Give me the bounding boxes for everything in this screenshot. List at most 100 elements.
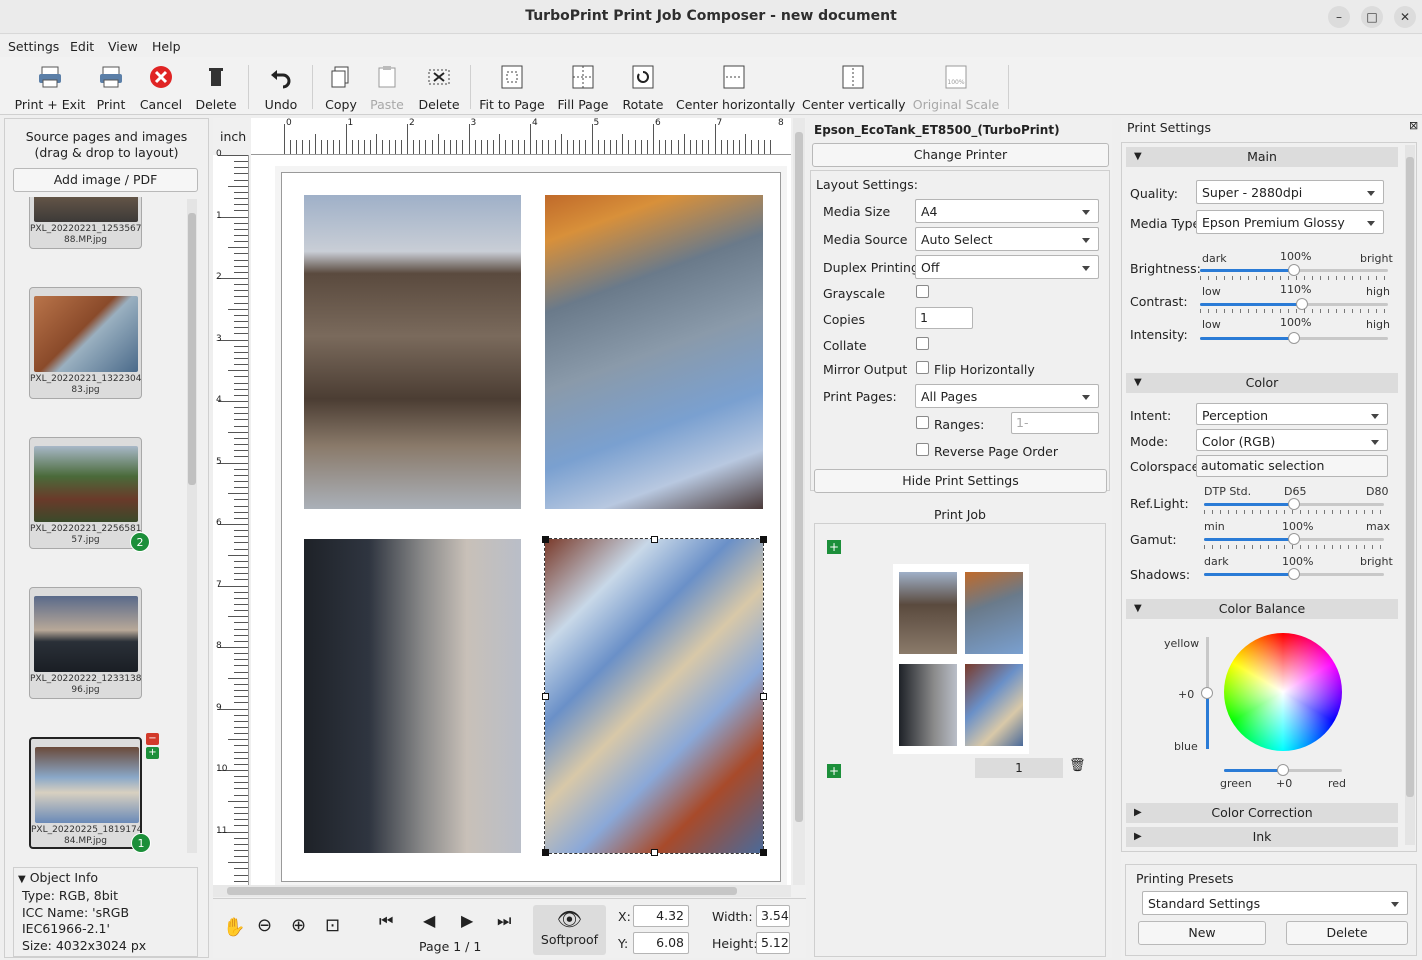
ranges-field[interactable]: 1- bbox=[1011, 412, 1099, 434]
undo-button[interactable]: Undo bbox=[260, 61, 302, 113]
thumbnail-list[interactable]: PXL_20220221_1253567 88.MP.jpg PXL_202202… bbox=[5, 197, 185, 853]
y-field[interactable]: 6.08 bbox=[633, 932, 689, 954]
section-color[interactable]: ▼ Color bbox=[1126, 373, 1398, 393]
resize-handle[interactable] bbox=[542, 693, 549, 700]
source-thumbnail[interactable]: PXL_20220221_2256581 57.jpg 2 bbox=[29, 437, 150, 552]
paste-button[interactable]: Paste bbox=[366, 61, 408, 113]
resize-handle[interactable] bbox=[760, 849, 767, 856]
collate-checkbox[interactable] bbox=[916, 337, 929, 350]
minimize-button[interactable]: – bbox=[1328, 6, 1350, 28]
next-page-icon[interactable]: ▶ bbox=[461, 911, 473, 930]
section-color-balance[interactable]: ▼ Color Balance bbox=[1126, 599, 1398, 619]
photo-ruins[interactable] bbox=[304, 195, 521, 509]
section-color-correction[interactable]: ▶ Color Correction bbox=[1126, 803, 1398, 823]
menu-settings[interactable]: Settings bbox=[8, 39, 59, 54]
gamut-slider[interactable] bbox=[1204, 533, 1384, 545]
center-horizontally-button[interactable]: Center horizontally bbox=[676, 61, 795, 113]
fit-to-page-button[interactable]: Fit to Page bbox=[478, 61, 546, 113]
resize-handle[interactable] bbox=[760, 693, 767, 700]
media-type-select[interactable]: Epson Premium Glossy bbox=[1196, 210, 1384, 234]
source-thumbnail[interactable]: PXL_20220222_1233138 96.jpg bbox=[29, 587, 142, 699]
last-page-icon[interactable]: ⏭ bbox=[497, 911, 511, 931]
delete-button[interactable]: Delete bbox=[192, 61, 240, 113]
photo-sunset[interactable] bbox=[304, 539, 521, 853]
center-vertically-button[interactable]: Center vertically bbox=[802, 61, 906, 113]
close-panel-icon[interactable]: ⊠ bbox=[1409, 119, 1418, 132]
cancel-button[interactable]: Cancel bbox=[138, 61, 184, 113]
duplex-select[interactable]: Off bbox=[915, 255, 1099, 279]
add-page-icon[interactable]: + bbox=[827, 764, 841, 778]
rotate-button[interactable]: Rotate bbox=[618, 61, 668, 113]
section-ink[interactable]: ▶ Ink bbox=[1126, 827, 1398, 847]
resize-handle[interactable] bbox=[542, 849, 549, 856]
vertical-scrollbar[interactable] bbox=[793, 118, 805, 885]
add-icon[interactable]: + bbox=[146, 747, 159, 759]
remove-icon[interactable]: − bbox=[146, 733, 159, 745]
source-thumbnail[interactable]: PXL_20220221_1322304 83.jpg bbox=[29, 287, 142, 399]
x-field[interactable]: 4.32 bbox=[633, 905, 689, 927]
resize-handle[interactable] bbox=[651, 536, 658, 543]
prev-page-icon[interactable]: ◀ bbox=[423, 911, 435, 930]
zoom-fit-icon[interactable]: ⊡ bbox=[325, 915, 340, 936]
first-page-icon[interactable]: ⏮ bbox=[379, 911, 393, 931]
source-thumbnail-selected[interactable]: PXL_20220225_1819174 84.MP.jpg 1 bbox=[29, 737, 151, 853]
copies-spinner[interactable]: 1 bbox=[915, 307, 973, 329]
add-image-button[interactable]: Add image / PDF bbox=[13, 168, 198, 192]
zoom-in-icon[interactable]: ⊕ bbox=[291, 915, 306, 936]
fill-page-button[interactable]: Fill Page bbox=[554, 61, 612, 113]
menu-help[interactable]: Help bbox=[152, 39, 181, 54]
horizontal-scrollbar[interactable] bbox=[213, 885, 791, 897]
job-page-thumb[interactable] bbox=[893, 564, 1029, 754]
original-scale-button[interactable]: 100% Original Scale bbox=[912, 61, 1000, 113]
resize-handle[interactable] bbox=[651, 849, 658, 856]
photo-street[interactable] bbox=[545, 195, 763, 509]
ref-light-slider[interactable] bbox=[1204, 498, 1384, 510]
preset-select[interactable]: Standard Settings bbox=[1142, 891, 1408, 915]
reverse-order-checkbox[interactable] bbox=[916, 443, 929, 456]
print-exit-button[interactable]: Print + Exit bbox=[12, 61, 88, 113]
hide-print-settings-button[interactable]: Hide Print Settings bbox=[814, 469, 1107, 493]
page[interactable] bbox=[281, 172, 781, 882]
source-thumbnail[interactable]: PXL_20220221_1253567 88.MP.jpg bbox=[29, 197, 142, 249]
scrollbar-thumb[interactable] bbox=[1406, 157, 1414, 797]
intensity-slider[interactable] bbox=[1200, 332, 1388, 344]
thumbnail-scrollbar[interactable] bbox=[187, 199, 197, 853]
menu-edit[interactable]: Edit bbox=[70, 39, 94, 54]
green-red-slider[interactable] bbox=[1224, 764, 1342, 776]
softproof-button[interactable]: 👁 Softproof bbox=[533, 905, 606, 955]
new-preset-button[interactable]: New bbox=[1138, 921, 1266, 945]
close-button[interactable]: ✕ bbox=[1394, 6, 1416, 28]
brightness-slider[interactable] bbox=[1200, 264, 1388, 276]
maximize-button[interactable]: □ bbox=[1361, 6, 1383, 28]
zoom-out-icon[interactable]: ⊖ bbox=[257, 915, 272, 936]
section-main[interactable]: ▼ Main bbox=[1126, 147, 1398, 167]
height-field[interactable]: 5.12 bbox=[756, 932, 790, 954]
photo-market-selected[interactable] bbox=[544, 538, 764, 854]
scrollbar-thumb[interactable] bbox=[188, 213, 196, 485]
media-source-select[interactable]: Auto Select bbox=[915, 227, 1099, 251]
resize-handle[interactable] bbox=[760, 536, 767, 543]
resize-handle[interactable] bbox=[542, 536, 549, 543]
color-wheel[interactable] bbox=[1224, 633, 1342, 751]
change-printer-button[interactable]: Change Printer bbox=[812, 143, 1109, 167]
canvas[interactable] bbox=[251, 155, 791, 885]
object-info-header[interactable]: ▼ Object Info bbox=[18, 870, 98, 885]
menu-view[interactable]: View bbox=[108, 39, 138, 54]
quality-select[interactable]: Super - 2880dpi bbox=[1196, 180, 1384, 204]
yellow-blue-slider[interactable] bbox=[1201, 637, 1213, 749]
media-size-select[interactable]: A4 bbox=[915, 199, 1099, 223]
delete-selection-button[interactable]: Delete bbox=[414, 61, 464, 113]
add-page-icon[interactable]: + bbox=[827, 540, 841, 554]
print-pages-select[interactable]: All Pages bbox=[915, 384, 1099, 408]
flip-horizontally-checkbox[interactable] bbox=[916, 361, 929, 374]
hand-tool-icon[interactable]: ✋ bbox=[223, 917, 245, 938]
delete-preset-button[interactable]: Delete bbox=[1286, 921, 1408, 945]
intent-select[interactable]: Perception bbox=[1196, 403, 1388, 425]
grayscale-checkbox[interactable] bbox=[916, 285, 929, 298]
copy-button[interactable]: Copy bbox=[322, 61, 360, 113]
scrollbar-thumb[interactable] bbox=[795, 132, 803, 822]
shadows-slider[interactable] bbox=[1204, 568, 1384, 580]
mode-select[interactable]: Color (RGB) bbox=[1196, 429, 1388, 451]
scrollbar-thumb[interactable] bbox=[227, 887, 737, 895]
trash-icon[interactable]: 🗑 bbox=[1069, 758, 1086, 773]
